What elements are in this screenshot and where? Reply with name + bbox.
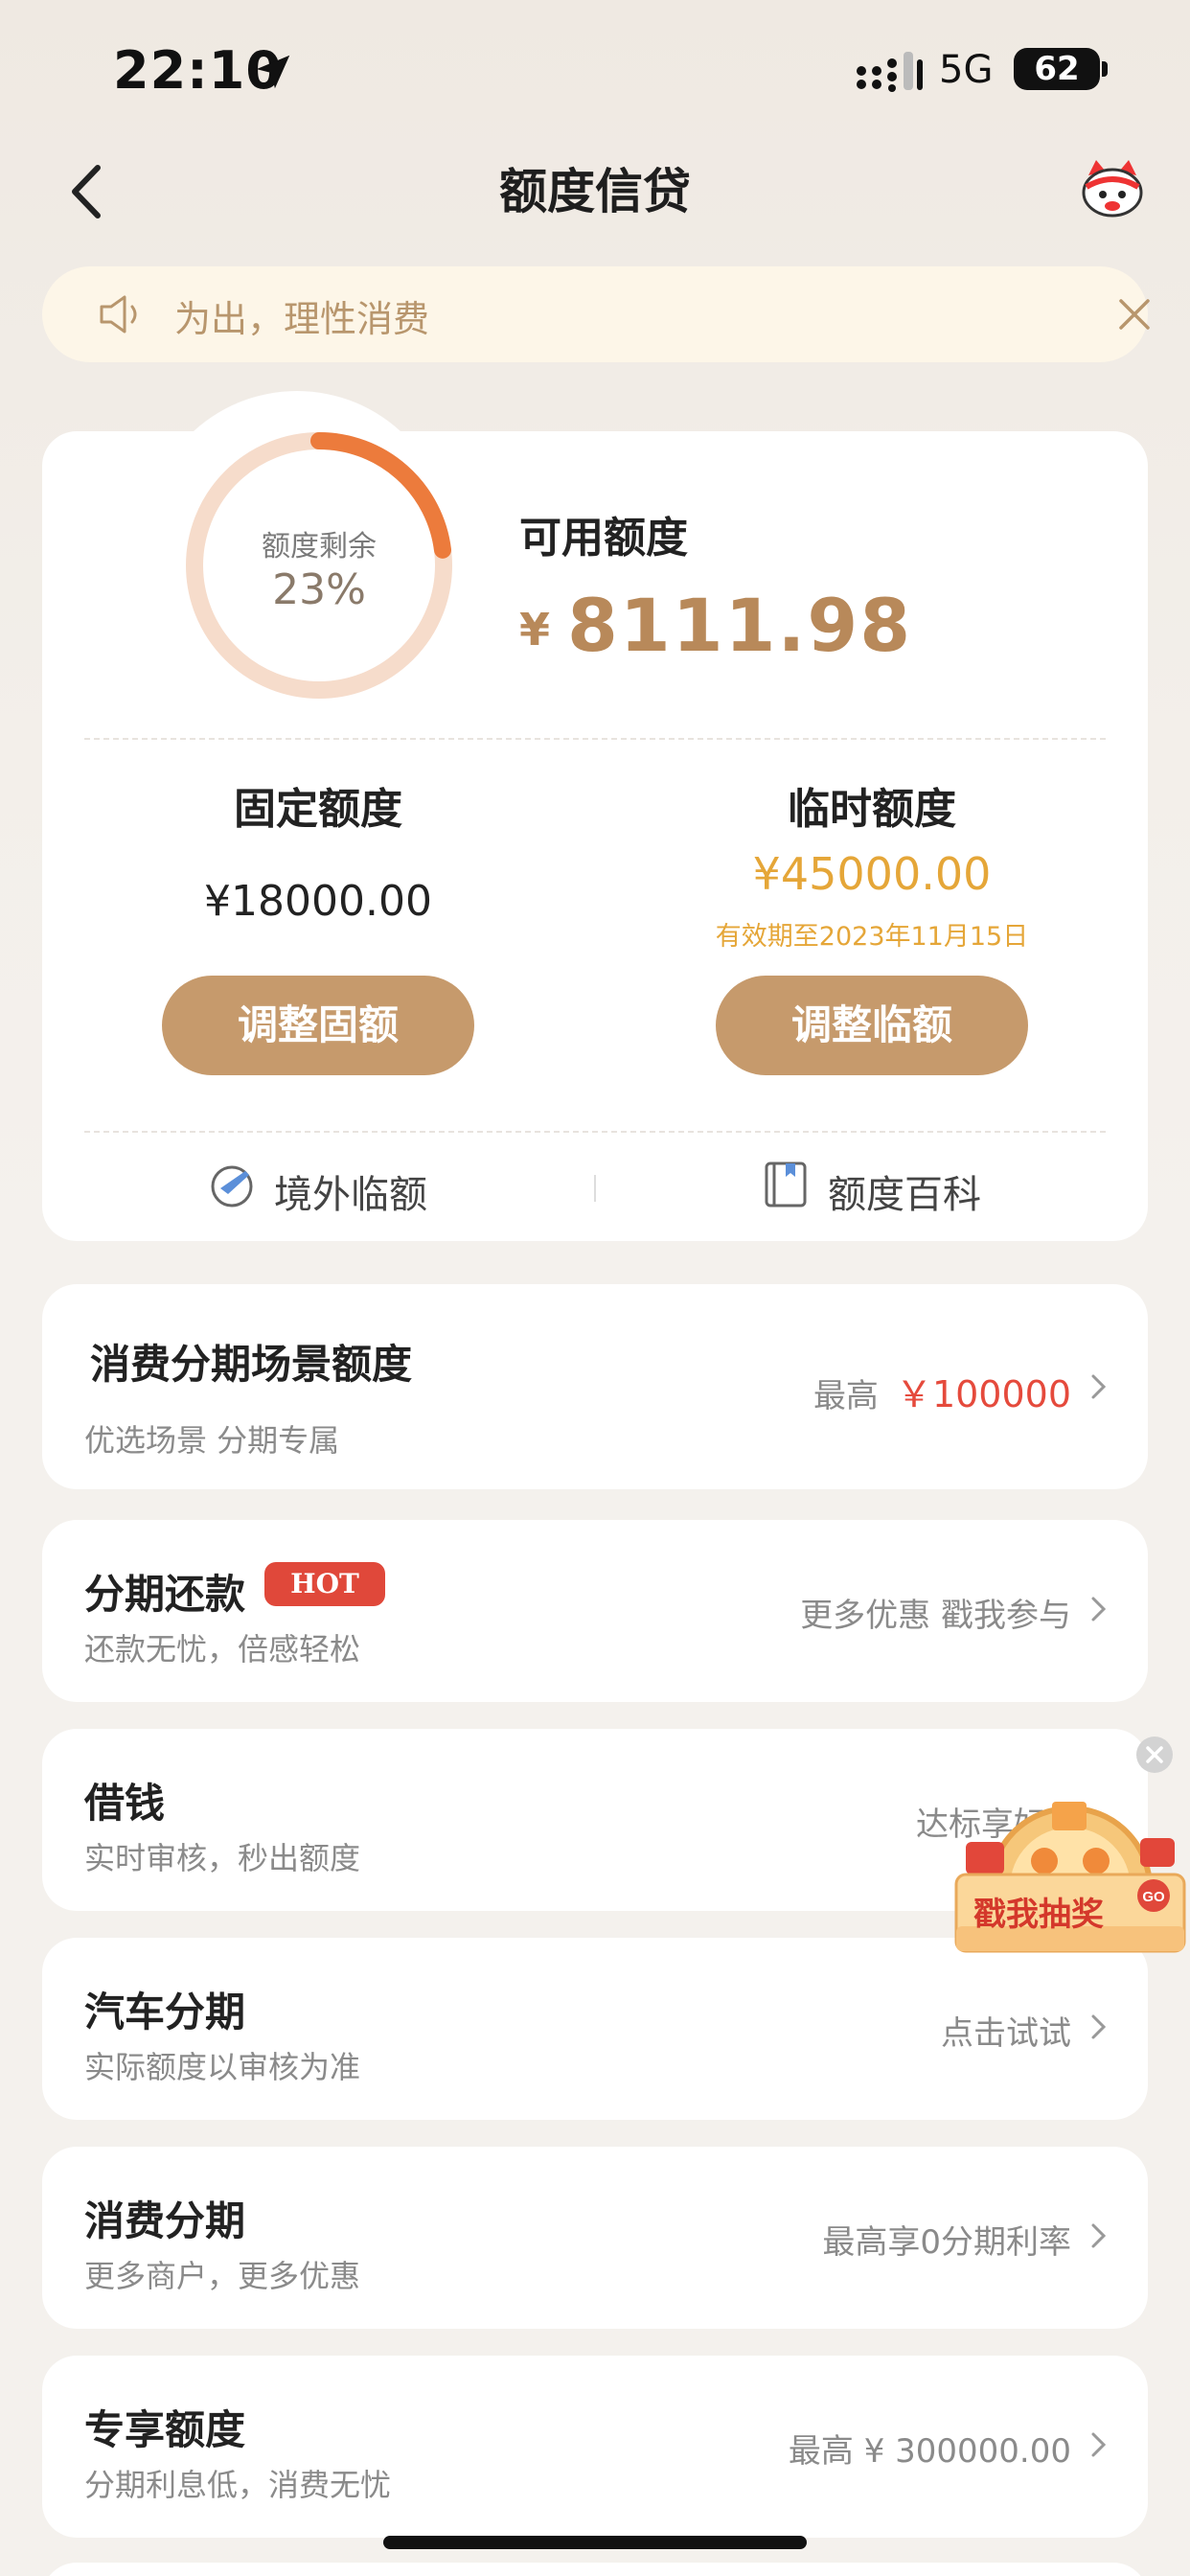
list-item-subtitle: 还款无忧，倍感轻松	[84, 1631, 361, 1668]
chevron-right-icon	[1091, 1597, 1107, 1622]
link-divider	[594, 1175, 596, 1202]
chevron-right-icon	[1091, 2432, 1107, 2457]
adjust-temp-credit-button[interactable]: 调整临额	[716, 976, 1028, 1075]
page-title: 额度信贷	[499, 164, 691, 219]
overseas-temp-credit-link[interactable]: 境外临额	[207, 1160, 494, 1217]
notice-text: 为出，理性消费	[174, 298, 430, 340]
list-item-title: 汽车分期	[84, 1989, 246, 2036]
currency-symbol: ¥	[519, 604, 551, 656]
list-item-title: 分期还款	[84, 1571, 246, 1618]
list-item-subtitle: 优选场景 分期专属	[84, 1422, 340, 1459]
ring-label: 额度剩余	[262, 530, 377, 564]
location-arrow-icon	[256, 55, 290, 89]
list-item-installment-scene[interactable]: 消费分期场景额度 优选场景 分期专属 最高 ￥100000	[42, 1284, 1148, 1489]
list-item-right: 更多优惠 戳我参与	[800, 1597, 1071, 1635]
list-item-subtitle: 分期利息低，消费无忧	[84, 2467, 392, 2503]
chevron-right-icon	[1091, 1374, 1107, 1399]
book-icon	[765, 1162, 807, 1208]
plane-globe-icon	[211, 1165, 253, 1208]
list-item-right: 最高享0分期利率	[822, 2223, 1071, 2262]
overseas-link-label: 境外临额	[274, 1173, 427, 1217]
speaker-icon	[100, 295, 137, 334]
max-amount-value: ￥100000	[895, 1373, 1071, 1415]
chevron-right-icon	[1091, 2223, 1107, 2248]
list-item-subtitle: 更多商户，更多优惠	[84, 2258, 361, 2294]
close-icon	[1146, 1746, 1163, 1763]
next-card-peek	[42, 2563, 1148, 2576]
status-bar: 22:10 5G 62	[0, 0, 1190, 134]
go-badge: GO	[1142, 1889, 1165, 1905]
mascot-avatar-icon[interactable]	[1079, 158, 1146, 219]
chevron-right-icon	[1091, 2014, 1107, 2039]
list-item-title: 消费分期场景额度	[90, 1341, 413, 1388]
list-item-car-installment[interactable]: 汽车分期 实际额度以审核为准 点击试试	[42, 1938, 1148, 2120]
fixed-credit-amount: ¥18000.00	[204, 877, 432, 926]
network-type: 5G	[939, 48, 994, 92]
list-item-right: 点击试试	[941, 2014, 1071, 2053]
fixed-credit-label: 固定额度	[234, 785, 402, 834]
list-item-installment-repayment[interactable]: 分期还款 HOT 还款无忧，倍感轻松 更多优惠 戳我参与	[42, 1520, 1148, 1702]
divider	[84, 1131, 1106, 1133]
notice-bar[interactable]: 为出，理性消费	[42, 266, 1150, 362]
list-item-right-prefix: 最高	[812, 1377, 879, 1415]
list-item-subtitle: 实际额度以审核为准	[84, 2049, 361, 2085]
list-item-exclusive-credit[interactable]: 专享额度 分期利息低，消费无忧 最高 ¥ 300000.00	[42, 2356, 1148, 2538]
list-item-consumer-installment[interactable]: 消费分期 更多商户，更多优惠 最高享0分期利率	[42, 2147, 1148, 2329]
battery-icon: 62	[1014, 48, 1100, 90]
ring-percent: 23%	[272, 565, 366, 614]
signal-icon	[857, 52, 923, 92]
notice-close-icon[interactable]	[1115, 295, 1154, 334]
encyclopedia-link-label: 额度百科	[828, 1173, 981, 1217]
list-item-title: 借钱	[84, 1780, 166, 1827]
lottery-text[interactable]: 戳我抽奖	[973, 1888, 1104, 1935]
list-item-right: 最高 ¥ 300000.00	[788, 2432, 1071, 2471]
battery-tip	[1102, 61, 1108, 77]
credit-encyclopedia-link[interactable]: 额度百科	[761, 1160, 1048, 1217]
floating-close-button[interactable]	[1136, 1736, 1173, 1773]
list-item-title: 专享额度	[84, 2406, 246, 2453]
available-amount-value: 8111.98	[567, 583, 913, 668]
adjust-fixed-credit-button[interactable]: 调整固额	[162, 976, 474, 1075]
divider	[84, 738, 1106, 740]
list-item-subtitle: 实时审核，秒出额度	[84, 1840, 361, 1876]
temp-credit-amount: ¥45000.00	[752, 848, 992, 900]
temp-credit-label: 临时额度	[788, 785, 956, 834]
list-item-right: 最高 ￥100000	[813, 1365, 1071, 1417]
hot-badge: HOT	[264, 1562, 385, 1606]
available-credit-label: 可用额度	[519, 514, 688, 563]
list-item-title: 消费分期	[84, 2197, 246, 2244]
home-indicator	[383, 2536, 807, 2549]
available-credit-amount: ¥8111.98	[519, 583, 912, 668]
temp-credit-valid-date: 有效期至2023年11月15日	[715, 922, 1029, 952]
